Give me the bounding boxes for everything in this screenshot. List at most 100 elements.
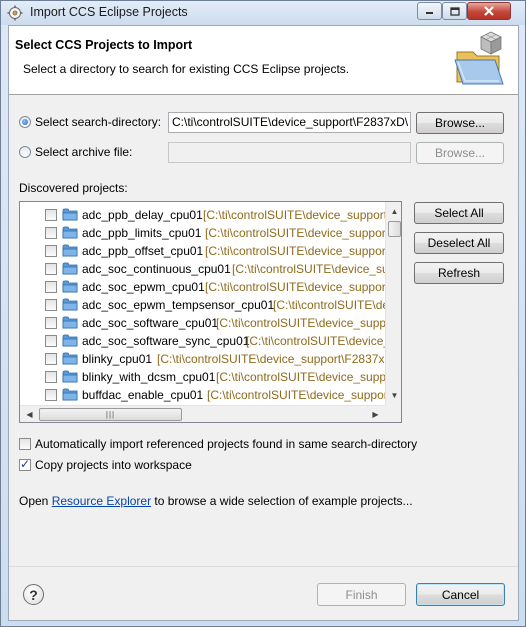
- list-item[interactable]: adc_ppb_offset_cpu01 [C:\ti\controlSUITE\…: [20, 242, 385, 260]
- help-icon[interactable]: ?: [23, 584, 44, 605]
- project-path: [C:\ti\controlSUITE\device_support\F2837…: [157, 352, 385, 366]
- browse-directory-button[interactable]: Browse...: [416, 112, 504, 134]
- project-checkbox[interactable]: [45, 353, 57, 365]
- archive-file-radio[interactable]: [19, 146, 31, 158]
- list-item[interactable]: adc_soc_epwm_cpu01 [C:\ti\controlSUITE\de…: [20, 278, 385, 296]
- minimize-icon: [425, 12, 433, 14]
- project-name: adc_soc_continuous_cpu01: [82, 262, 231, 276]
- project-name: adc_ppb_delay_cpu01: [82, 208, 203, 222]
- folder-icon: [62, 388, 78, 401]
- list-item[interactable]: adc_soc_software_cpu01 [C:\ti\controlSUIT…: [20, 314, 385, 332]
- search-directory-radio[interactable]: [19, 116, 31, 128]
- horizontal-scrollbar[interactable]: ◀ ||| ▶: [20, 405, 385, 422]
- import-dialog-window: Import CCS Eclipse Projects Select CCS P…: [0, 0, 526, 627]
- project-checkbox[interactable]: [45, 389, 57, 401]
- close-button[interactable]: [467, 2, 511, 20]
- list-item[interactable]: blinky_cpu01 [C:\ti\controlSUITE\device_s…: [20, 350, 385, 368]
- list-item[interactable]: buffdac_enable_cpu01 [C:\ti\controlSUITE\…: [20, 386, 385, 404]
- import-folder-icon: [449, 30, 509, 88]
- deselect-all-button[interactable]: Deselect All: [414, 232, 504, 254]
- window-title: Import CCS Eclipse Projects: [30, 5, 188, 19]
- refresh-button[interactable]: Refresh: [414, 262, 504, 284]
- folder-icon: [62, 262, 78, 275]
- maximize-icon: [449, 6, 460, 16]
- auto-import-checkbox[interactable]: [19, 438, 31, 450]
- project-name: adc_soc_software_cpu01: [82, 316, 219, 330]
- project-name: adc_soc_epwm_tempsensor_cpu01: [82, 298, 275, 312]
- vertical-scrollbar[interactable]: ▲ ▼: [385, 202, 401, 405]
- project-name: blinky_with_dcsm_cpu01: [82, 370, 216, 384]
- project-checkbox[interactable]: [45, 299, 57, 311]
- project-path: [C:\ti\controlSUITE\device_support\: [203, 208, 385, 222]
- project-checkbox[interactable]: [45, 209, 57, 221]
- archive-file-label: Select archive file:: [35, 145, 133, 159]
- project-checkbox[interactable]: [45, 245, 57, 257]
- copy-projects-label: Copy projects into workspace: [35, 458, 192, 472]
- search-directory-label: Select search-directory:: [35, 115, 162, 129]
- folder-icon: [62, 316, 78, 329]
- vertical-scroll-thumb[interactable]: [388, 221, 401, 237]
- select-all-button[interactable]: Select All: [414, 202, 504, 224]
- scroll-down-arrow-icon[interactable]: ▼: [386, 387, 401, 404]
- browse-archive-button[interactable]: Browse...: [416, 142, 504, 164]
- project-path: [C:\ti\controlSUITE\device_suppo: [216, 316, 385, 330]
- project-checkbox[interactable]: [45, 227, 57, 239]
- project-checkbox[interactable]: [45, 281, 57, 293]
- resource-explorer-link[interactable]: Resource Explorer: [52, 494, 151, 508]
- page-description: Select a directory to search for existin…: [23, 62, 350, 76]
- copy-projects-checkbox[interactable]: [19, 457, 31, 471]
- project-path: [C:\ti\controlSUITE\device_support\: [205, 244, 385, 258]
- project-path: [C:\ti\controlSUITE\de: [273, 298, 385, 312]
- projects-list[interactable]: adc_ppb_delay_cpu01 [C:\ti\controlSUITE\d…: [19, 201, 402, 423]
- project-path: [C:\ti\controlSUITE\device_s: [246, 334, 385, 348]
- discovered-projects-label: Discovered projects:: [19, 181, 128, 195]
- finish-button[interactable]: Finish: [317, 583, 406, 606]
- project-name: adc_ppb_limits_cpu01: [82, 226, 202, 240]
- list-item[interactable]: adc_soc_software_sync_cpu01 [C:\ti\contro…: [20, 332, 385, 350]
- folder-icon: [62, 298, 78, 311]
- project-path: [C:\ti\controlSUITE\device_suppo: [216, 370, 385, 384]
- horizontal-scroll-thumb[interactable]: |||: [39, 408, 182, 421]
- gear-icon: [7, 5, 23, 21]
- project-name: adc_soc_software_sync_cpu01: [82, 334, 250, 348]
- scroll-left-arrow-icon[interactable]: ◀: [21, 406, 38, 422]
- cancel-button[interactable]: Cancel: [416, 583, 505, 606]
- project-checkbox[interactable]: [45, 335, 57, 347]
- project-name: blinky_cpu01: [82, 352, 153, 366]
- list-item[interactable]: adc_ppb_delay_cpu01 [C:\ti\controlSUITE\d…: [20, 206, 385, 224]
- folder-icon: [62, 334, 78, 347]
- list-item[interactable]: adc_ppb_limits_cpu01 [C:\ti\controlSUITE\…: [20, 224, 385, 242]
- project-name: buffdac_enable_cpu01: [82, 388, 204, 402]
- scroll-up-arrow-icon[interactable]: ▲: [386, 203, 401, 220]
- project-checkbox[interactable]: [45, 371, 57, 383]
- scroll-right-arrow-icon[interactable]: ▶: [367, 406, 384, 422]
- footer-separator: [9, 566, 518, 567]
- project-name: adc_soc_epwm_cpu01: [82, 280, 205, 294]
- open-suffix: to browse a wide selection of example pr…: [151, 494, 413, 508]
- project-name: adc_ppb_offset_cpu01: [82, 244, 204, 258]
- archive-file-input[interactable]: [168, 142, 411, 163]
- folder-icon: [62, 280, 78, 293]
- title-bar[interactable]: Import CCS Eclipse Projects: [1, 1, 525, 25]
- project-path: [C:\ti\controlSUITE\device_support\: [205, 226, 385, 240]
- folder-icon: [62, 370, 78, 383]
- list-item[interactable]: adc_soc_continuous_cpu01 [C:\ti\controlSU…: [20, 260, 385, 278]
- project-path: [C:\ti\controlSUITE\device_support\: [207, 388, 385, 402]
- list-item[interactable]: adc_soc_epwm_tempsensor_cpu01 [C:\ti\cont…: [20, 296, 385, 314]
- minimize-button[interactable]: [417, 2, 442, 20]
- page-title: Select CCS Projects to Import: [15, 38, 193, 52]
- dialog-client-area: Select CCS Projects to Import Select a d…: [8, 25, 519, 621]
- folder-icon: [62, 226, 78, 239]
- scroll-corner: [385, 405, 401, 422]
- list-item[interactable]: blinky_with_dcsm_cpu01 [C:\ti\controlSUIT…: [20, 368, 385, 386]
- folder-icon: [62, 208, 78, 221]
- project-checkbox[interactable]: [45, 317, 57, 329]
- auto-import-label: Automatically import referenced projects…: [35, 437, 418, 451]
- project-path: [C:\ti\controlSUITE\device_sup: [232, 262, 385, 276]
- open-prefix: Open: [19, 494, 52, 508]
- maximize-button[interactable]: [442, 2, 467, 20]
- search-directory-input[interactable]: C:\ti\controlSUITE\device_support\F2837x…: [168, 112, 411, 133]
- project-path: [C:\ti\controlSUITE\device_support\: [205, 280, 385, 294]
- project-checkbox[interactable]: [45, 263, 57, 275]
- folder-icon: [62, 352, 78, 365]
